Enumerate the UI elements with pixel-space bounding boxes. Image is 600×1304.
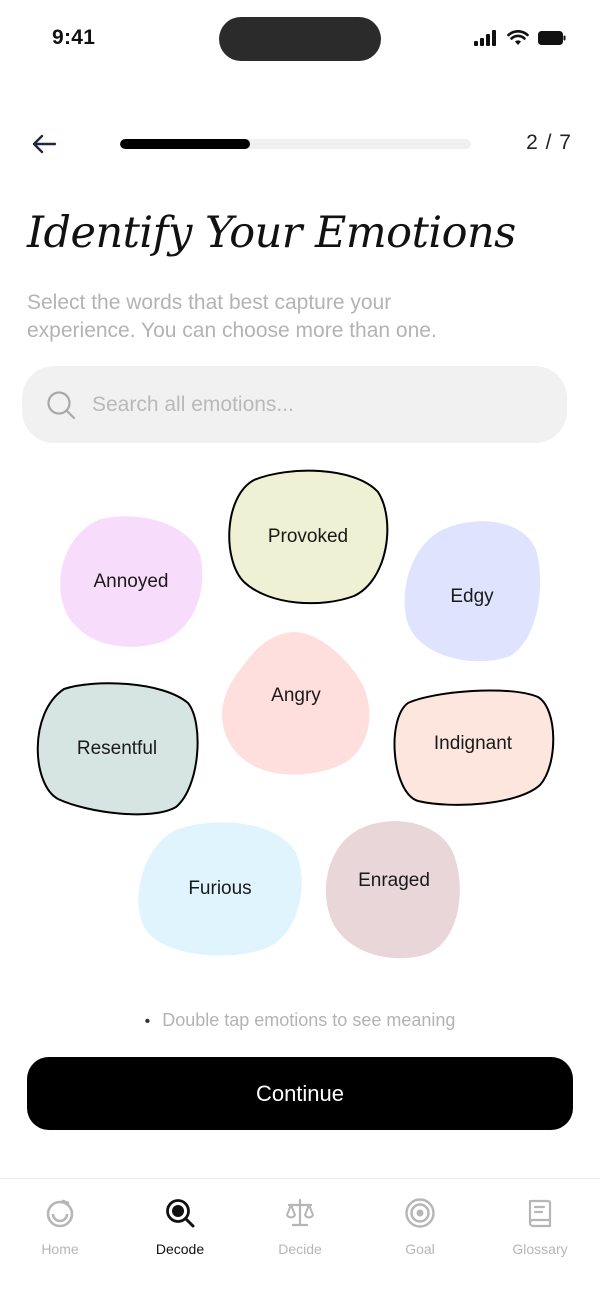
step-counter: 2 / 7 <box>526 131 572 154</box>
blob-shape <box>60 516 203 647</box>
status-icons <box>474 30 566 46</box>
tab-label: Decide <box>278 1241 322 1257</box>
dynamic-island <box>219 17 381 61</box>
tab-decode[interactable]: Decode <box>120 1197 240 1257</box>
battery-icon <box>538 31 566 45</box>
search-bar[interactable] <box>22 366 567 443</box>
page-title: Identify Your Emotions <box>27 208 516 258</box>
blob-shape <box>228 469 389 605</box>
scales-icon <box>286 1198 314 1227</box>
blob-shape <box>36 682 199 816</box>
tab-home[interactable]: Home <box>0 1197 120 1257</box>
emotion-bubble-angry[interactable]: Angry <box>220 630 372 776</box>
status-time: 9:41 <box>52 26 96 49</box>
bottom-tab-bar: Home Decode Decide Goal Glossary <box>0 1178 600 1304</box>
hint-label: Double tap emotions to see meaning <box>162 1010 456 1030</box>
tab-label: Home <box>41 1241 79 1257</box>
emotion-bubble-resentful[interactable]: Resentful <box>34 682 200 816</box>
book-icon <box>528 1199 552 1228</box>
progress-bar <box>120 139 471 149</box>
home-icon <box>46 1199 74 1228</box>
hint-text: • Double tap emotions to see meaning <box>0 1010 600 1031</box>
target-icon <box>405 1198 435 1228</box>
tab-label: Goal <box>405 1241 435 1257</box>
tab-label: Decode <box>155 1241 205 1257</box>
continue-button[interactable]: Continue <box>27 1057 573 1130</box>
arrow-left-icon <box>32 134 57 154</box>
signal-icon <box>474 30 496 46</box>
emotion-bubble-edgy[interactable]: Edgy <box>404 520 541 662</box>
emotion-bubble-annoyed[interactable]: Annoyed <box>58 516 204 648</box>
blob-shape <box>404 521 541 662</box>
search-icon <box>47 390 76 419</box>
decode-search-icon <box>166 1199 195 1228</box>
emotion-bubble-indignant[interactable]: Indignant <box>390 689 556 807</box>
search-input[interactable] <box>90 391 514 418</box>
blob-shape <box>138 822 302 956</box>
emotion-bubble-provoked[interactable]: Provoked <box>226 469 390 605</box>
emotion-bubble-furious[interactable]: Furious <box>136 822 304 956</box>
tab-glossary[interactable]: Glossary <box>480 1197 600 1257</box>
tab-decide[interactable]: Decide <box>240 1197 360 1257</box>
blob-shape <box>325 821 460 959</box>
wifi-icon <box>507 30 529 45</box>
tab-label: Glossary <box>512 1241 568 1257</box>
back-button[interactable] <box>28 128 60 160</box>
blob-shape <box>222 632 370 775</box>
tab-goal[interactable]: Goal <box>360 1197 480 1257</box>
emotion-bubble-enraged[interactable]: Enraged <box>325 819 462 959</box>
progress-fill <box>120 139 250 149</box>
page-subtitle: Select the words that best capture your … <box>27 291 437 342</box>
bullet-icon: • <box>144 1013 151 1030</box>
blob-shape <box>393 689 555 806</box>
